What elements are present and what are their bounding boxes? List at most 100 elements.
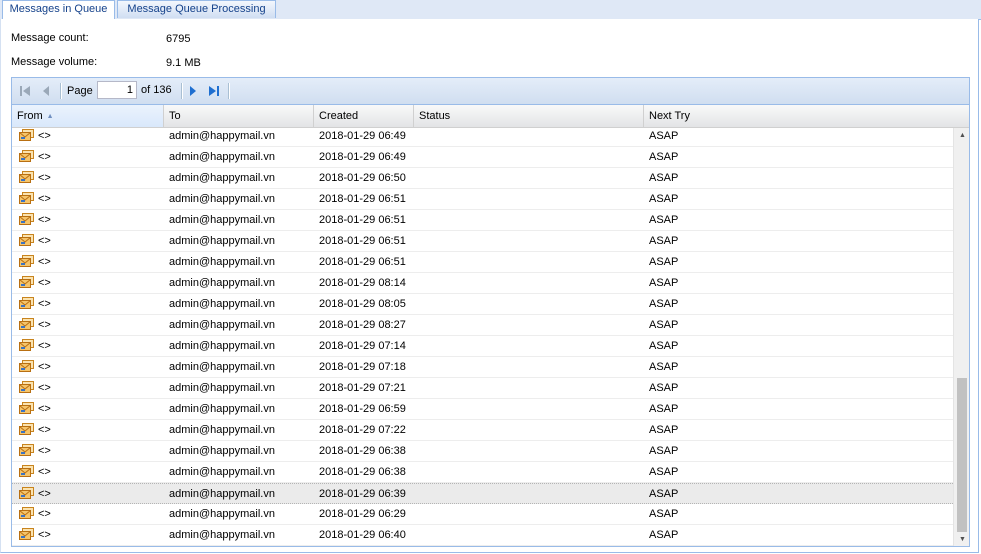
- cell-to: admin@happymail.vn: [169, 403, 275, 415]
- table-row[interactable]: <> admin@happymail.vn 2018-01-29 06:51 ASAP: [12, 210, 953, 231]
- envelope-stack-icon: [19, 171, 34, 184]
- cell-from: <>: [38, 172, 51, 184]
- tab-messages-in-queue[interactable]: Messages in Queue: [2, 0, 115, 20]
- table-row[interactable]: <> admin@happymail.vn 2018-01-29 06:51 ASAP: [12, 231, 953, 252]
- envelope-stack-icon: [19, 255, 34, 268]
- table-row[interactable]: <> admin@happymail.vn 2018-01-29 06:29 ASAP: [12, 504, 953, 525]
- tab-strip: Messages in Queue Message Queue Processi…: [0, 0, 981, 20]
- page-number-input[interactable]: [97, 81, 137, 99]
- cell-from: <>: [38, 488, 51, 500]
- grid-header: From ▲ To Created Status Next Try: [12, 105, 969, 128]
- column-header-status[interactable]: Status: [414, 105, 644, 127]
- cell-next-try: ASAP: [649, 403, 679, 415]
- cell-next-try: ASAP: [649, 361, 679, 373]
- table-row[interactable]: <> admin@happymail.vn 2018-01-29 06:39 ASAP: [12, 483, 953, 504]
- cell-to: admin@happymail.vn: [169, 256, 275, 268]
- envelope-stack-icon: [19, 213, 34, 226]
- cell-from: <>: [38, 466, 51, 478]
- cell-next-try: ASAP: [649, 466, 679, 478]
- cell-next-try: ASAP: [649, 424, 679, 436]
- prev-page-icon[interactable]: [38, 83, 54, 99]
- cell-to: admin@happymail.vn: [169, 382, 275, 394]
- table-row[interactable]: <> admin@happymail.vn 2018-01-29 07:22 ASAP: [12, 420, 953, 441]
- envelope-stack-icon: [19, 465, 34, 478]
- table-row[interactable]: <> admin@happymail.vn 2018-01-29 06:40 ASAP: [12, 525, 953, 546]
- cell-next-try: ASAP: [649, 277, 679, 289]
- cell-to: admin@happymail.vn: [169, 466, 275, 478]
- envelope-stack-icon: [19, 444, 34, 457]
- paging-toolbar: Page of 136: [12, 78, 969, 105]
- table-row[interactable]: <> admin@happymail.vn 2018-01-29 06:51 ASAP: [12, 252, 953, 273]
- cell-created: 2018-01-29 06:38: [319, 466, 406, 478]
- cell-next-try: ASAP: [649, 319, 679, 331]
- cell-created: 2018-01-29 06:59: [319, 403, 406, 415]
- cell-from: <>: [38, 340, 51, 352]
- grid-body: <> admin@happymail.vn 2018-01-29 06:49 ASAP…: [12, 128, 953, 546]
- cell-created: 2018-01-29 06:51: [319, 256, 406, 268]
- message-volume-value: 9.1 MB: [166, 57, 201, 69]
- toolbar-separator: [181, 83, 183, 99]
- cell-created: 2018-01-29 07:22: [319, 424, 406, 436]
- page-total-label: of 136: [141, 84, 172, 96]
- table-row[interactable]: <> admin@happymail.vn 2018-01-29 06:50 ASAP: [12, 168, 953, 189]
- cell-next-try: ASAP: [649, 529, 679, 541]
- cell-created: 2018-01-29 06:29: [319, 508, 406, 520]
- scroll-down-icon[interactable]: ▼: [954, 533, 969, 546]
- cell-next-try: ASAP: [649, 235, 679, 247]
- cell-from: <>: [38, 235, 51, 247]
- cell-next-try: ASAP: [649, 256, 679, 268]
- toolbar-separator: [60, 83, 62, 99]
- scroll-up-icon[interactable]: ▲: [954, 129, 969, 143]
- cell-created: 2018-01-29 08:05: [319, 298, 406, 310]
- envelope-stack-icon: [19, 423, 34, 436]
- column-header-created[interactable]: Created: [314, 105, 414, 127]
- message-count-label: Message count:: [11, 32, 89, 44]
- cell-created: 2018-01-29 07:18: [319, 361, 406, 373]
- column-header-to[interactable]: To: [164, 105, 314, 127]
- table-row[interactable]: <> admin@happymail.vn 2018-01-29 06:51 ASAP: [12, 189, 953, 210]
- last-page-icon[interactable]: [206, 83, 222, 99]
- cell-to: admin@happymail.vn: [169, 319, 275, 331]
- table-row[interactable]: <> admin@happymail.vn 2018-01-29 06:38 ASAP: [12, 462, 953, 483]
- cell-from: <>: [38, 445, 51, 457]
- tab-message-queue-processing[interactable]: Message Queue Processing: [117, 0, 276, 18]
- table-row[interactable]: <> admin@happymail.vn 2018-01-29 08:05 ASAP: [12, 294, 953, 315]
- table-row[interactable]: <> admin@happymail.vn 2018-01-29 07:18 ASAP: [12, 357, 953, 378]
- cell-created: 2018-01-29 08:14: [319, 277, 406, 289]
- envelope-stack-icon: [19, 339, 34, 352]
- first-page-icon[interactable]: [17, 83, 33, 99]
- table-row[interactable]: <> admin@happymail.vn 2018-01-29 08:14 ASAP: [12, 273, 953, 294]
- toolbar-separator: [228, 83, 230, 99]
- cell-from: <>: [38, 130, 51, 142]
- next-page-icon[interactable]: [185, 83, 201, 99]
- cell-from: <>: [38, 193, 51, 205]
- envelope-stack-icon: [19, 507, 34, 520]
- scrollbar-thumb[interactable]: [957, 378, 967, 532]
- cell-created: 2018-01-29 06:50: [319, 172, 406, 184]
- envelope-stack-icon: [19, 381, 34, 394]
- vertical-scrollbar[interactable]: ▲ ▼: [953, 128, 969, 546]
- table-row[interactable]: <> admin@happymail.vn 2018-01-29 07:21 ASAP: [12, 378, 953, 399]
- cell-to: admin@happymail.vn: [169, 277, 275, 289]
- table-row[interactable]: <> admin@happymail.vn 2018-01-29 06:59 ASAP: [12, 399, 953, 420]
- envelope-stack-icon: [19, 360, 34, 373]
- cell-to: admin@happymail.vn: [169, 298, 275, 310]
- table-row[interactable]: <> admin@happymail.vn 2018-01-29 06:38 ASAP: [12, 441, 953, 462]
- column-header-from[interactable]: From ▲: [12, 105, 164, 127]
- cell-created: 2018-01-29 06:51: [319, 214, 406, 226]
- table-row[interactable]: <> admin@happymail.vn 2018-01-29 07:14 ASAP: [12, 336, 953, 357]
- column-header-next-try[interactable]: Next Try: [644, 105, 969, 127]
- envelope-stack-icon: [19, 192, 34, 205]
- cell-next-try: ASAP: [649, 508, 679, 520]
- table-row[interactable]: <> admin@happymail.vn 2018-01-29 06:49 ASAP: [12, 128, 953, 147]
- envelope-stack-icon: [19, 528, 34, 541]
- cell-to: admin@happymail.vn: [169, 340, 275, 352]
- page-label: Page: [67, 85, 93, 97]
- envelope-stack-icon: [19, 234, 34, 247]
- table-row[interactable]: <> admin@happymail.vn 2018-01-29 08:27 ASAP: [12, 315, 953, 336]
- cell-to: admin@happymail.vn: [169, 424, 275, 436]
- cell-next-try: ASAP: [649, 193, 679, 205]
- cell-created: 2018-01-29 06:49: [319, 151, 406, 163]
- envelope-stack-icon: [19, 276, 34, 289]
- table-row[interactable]: <> admin@happymail.vn 2018-01-29 06:49 ASAP: [12, 147, 953, 168]
